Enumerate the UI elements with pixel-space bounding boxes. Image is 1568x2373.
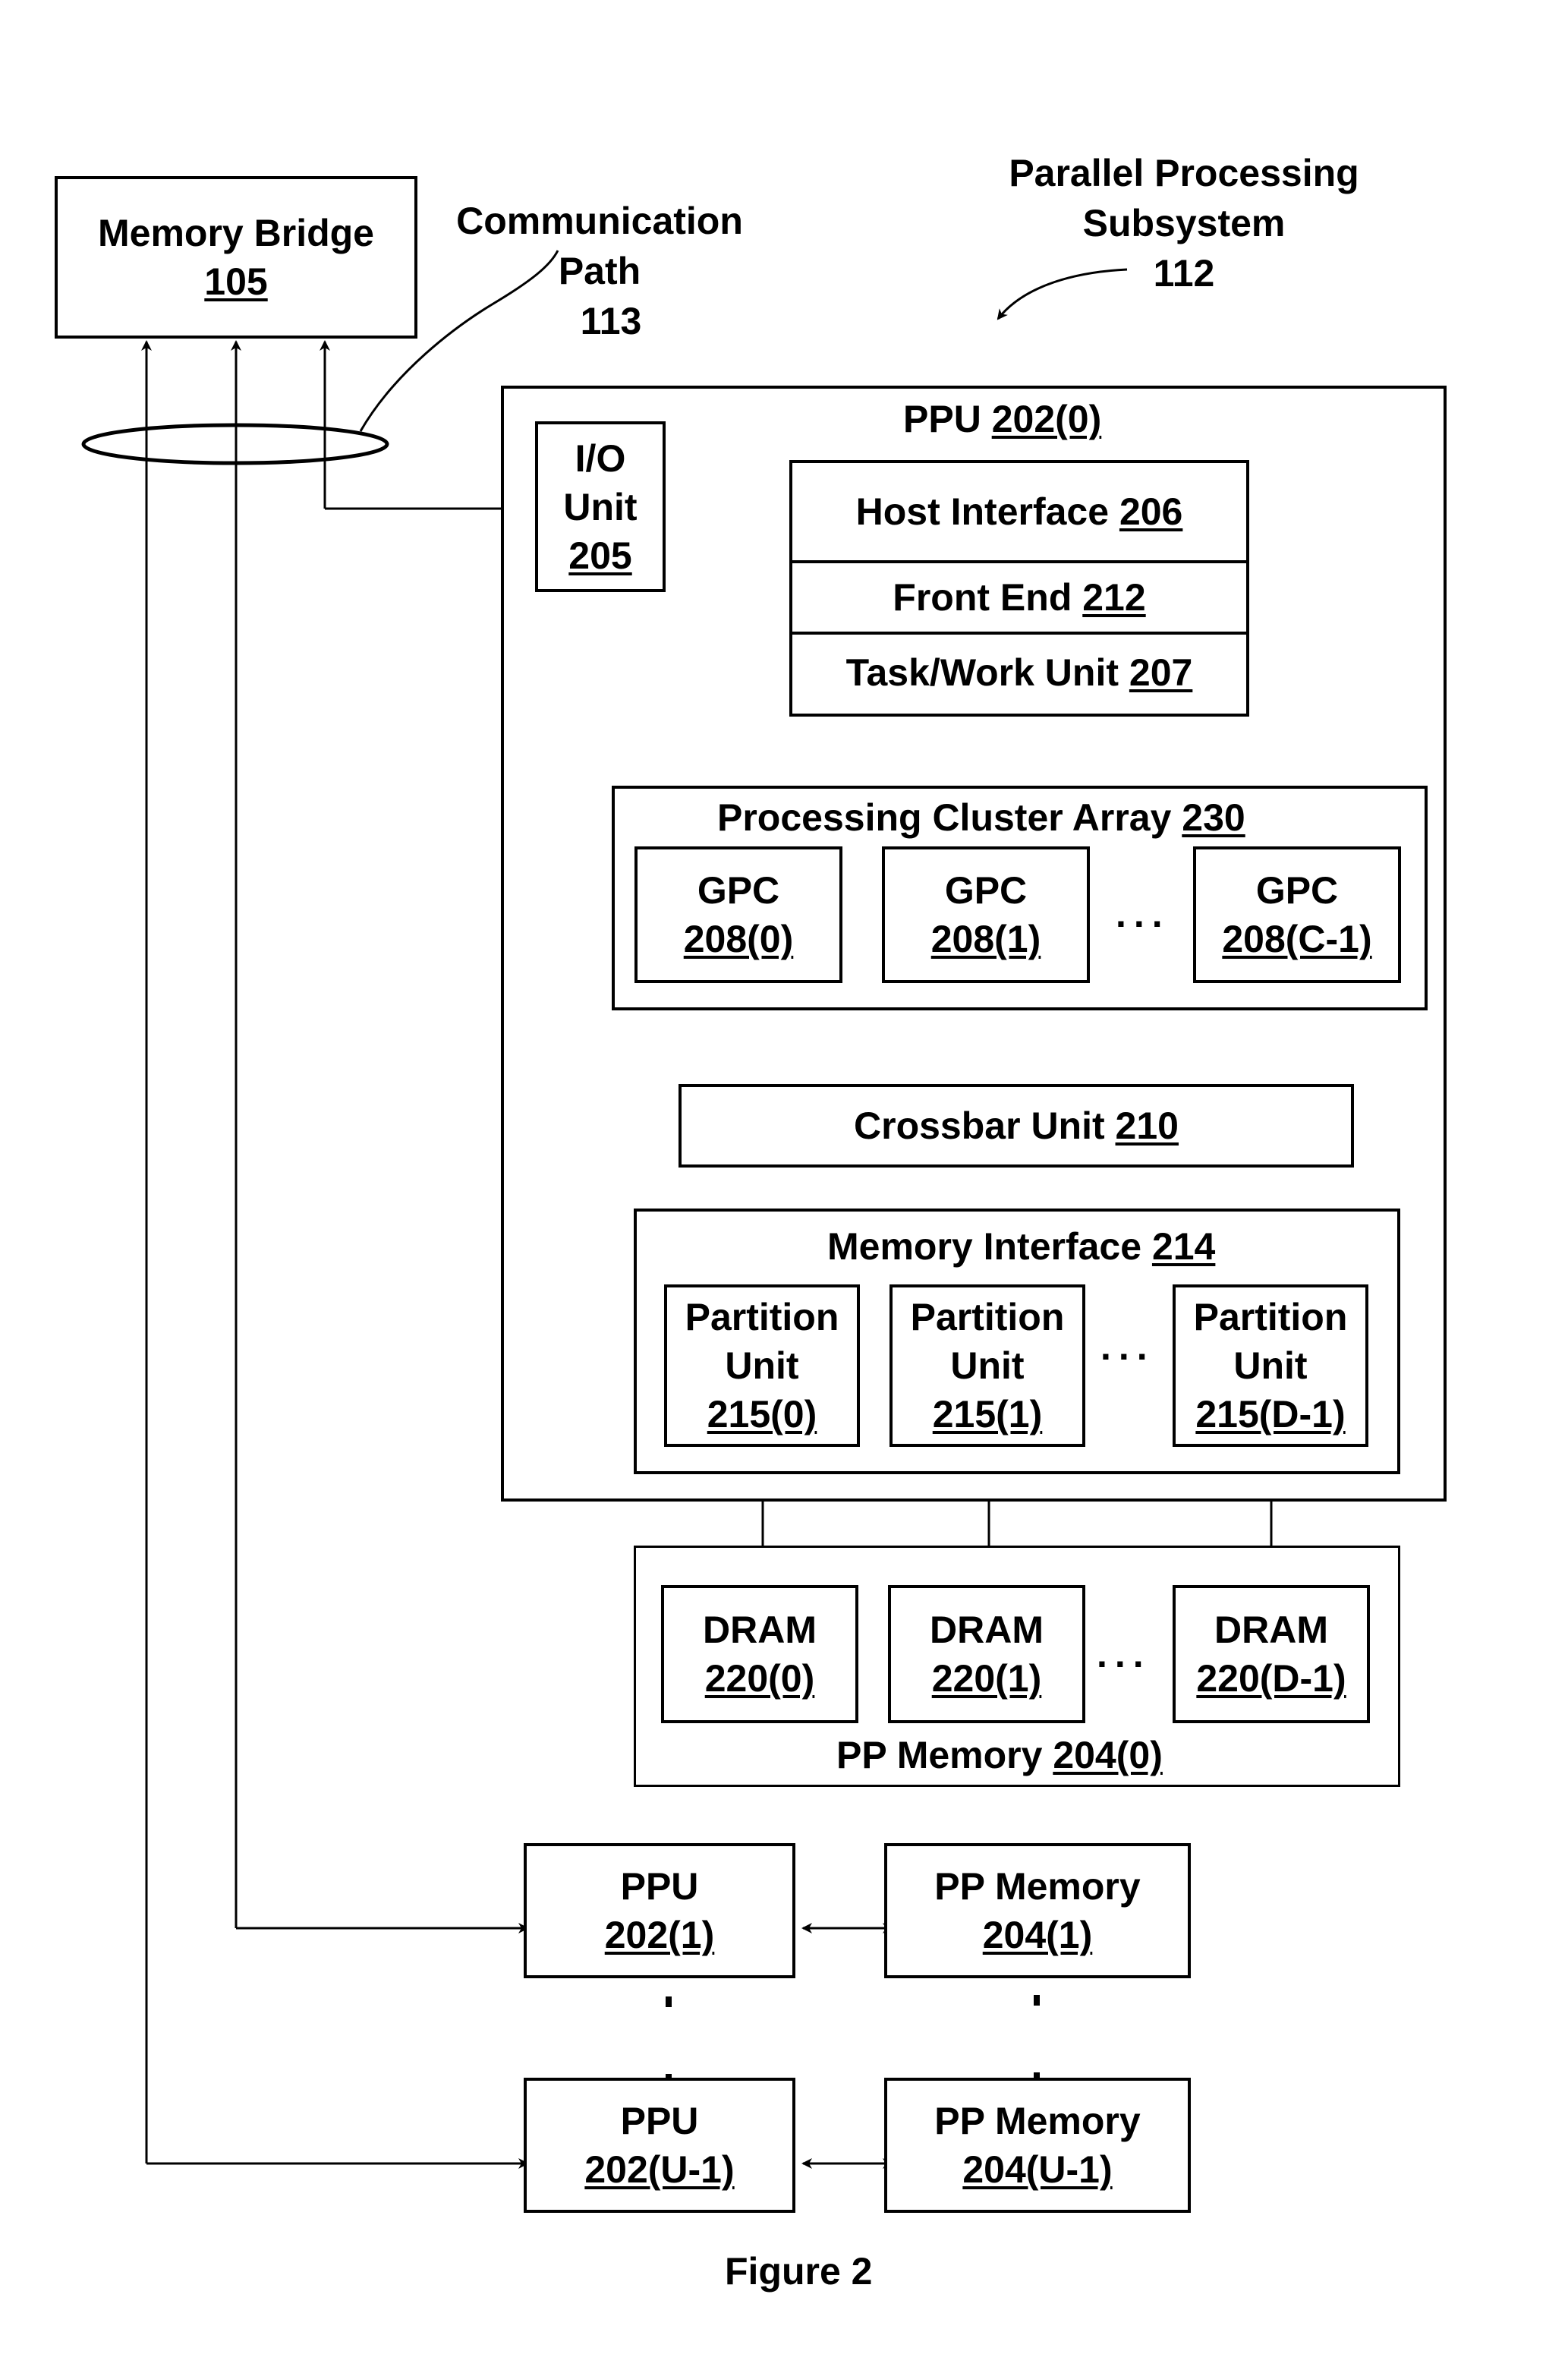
memory-bridge-box: Memory Bridge 105 (55, 176, 417, 339)
host-interface-ref: 206 (1119, 490, 1183, 533)
partition-ref: 215(1) (932, 1393, 1043, 1435)
gpc-ref: 208(1) (930, 918, 1041, 960)
gpc-label: GPC (944, 869, 1028, 912)
dram-box: DRAM 220(0) (661, 1585, 858, 1723)
partition-ref: 215(D-1) (1195, 1393, 1346, 1435)
partition-line1: Partition (910, 1296, 1065, 1338)
comm-path-label: Communication Path 113 (440, 196, 759, 346)
crossbar-label: Crossbar Unit (854, 1105, 1116, 1147)
partition-unit-box: Partition Unit 215(1) (889, 1284, 1085, 1447)
partition-ref: 215(0) (707, 1393, 817, 1435)
front-end-label: Front End (893, 576, 1083, 619)
dram-ref: 220(0) (704, 1657, 815, 1700)
pca-ref: 230 (1182, 796, 1245, 839)
pp-memory-0-ref: 204(0) (1053, 1734, 1163, 1776)
memory-bridge-ref: 105 (204, 260, 268, 303)
memory-bridge-label: Memory Bridge (98, 212, 374, 254)
ppu-ref: 202(1) (604, 1914, 715, 1956)
pca-title: Processing Cluster Array 230 (717, 793, 1245, 842)
pca-label: Processing Cluster Array (717, 796, 1182, 839)
gpc-label: GPC (697, 869, 780, 912)
pp-memory-label: PP Memory (934, 2100, 1141, 2142)
dram-box: DRAM 220(D-1) (1173, 1585, 1370, 1723)
ppu-label: PPU (620, 2100, 699, 2142)
front-end-ref: 212 (1082, 576, 1146, 619)
comm-path-ref: 113 (580, 300, 642, 342)
front-end-row: Front End 212 (792, 563, 1246, 635)
partition-line2: Unit (1233, 1344, 1308, 1387)
gpc-ref: 208(0) (683, 918, 794, 960)
subsystem-line1: Parallel Processing (1009, 152, 1359, 194)
pp-memory-0-label: PP Memory (836, 1734, 1053, 1776)
gpc-ref: 208(C-1) (1222, 918, 1372, 960)
gpc-ellipsis: ... (1116, 893, 1170, 935)
dram-ref: 220(1) (931, 1657, 1042, 1700)
comm-path-line2: Path (558, 250, 641, 292)
pp-memory-ref: 204(1) (982, 1914, 1093, 1956)
host-interface-label: Host Interface (855, 490, 1119, 533)
subsystem-label: Parallel Processing Subsystem 112 (979, 148, 1389, 298)
subsystem-line2: Subsystem (1082, 202, 1286, 244)
partition-unit-box: Partition Unit 215(0) (664, 1284, 860, 1447)
pp-memory-label: PP Memory (934, 1865, 1141, 1908)
ppu-0-title: PPU 202(0) (903, 395, 1101, 443)
io-unit-ref: 205 (568, 534, 632, 577)
pp-memory-ref: 204(U-1) (962, 2148, 1113, 2191)
partition-ellipsis: ... (1100, 1325, 1155, 1368)
partition-line1: Partition (1193, 1296, 1348, 1338)
gpc-box: GPC 208(C-1) (1193, 846, 1401, 983)
task-work-ref: 207 (1129, 651, 1193, 694)
dram-label: DRAM (930, 1609, 1044, 1651)
memory-interface-label: Memory Interface (827, 1225, 1152, 1268)
partition-line2: Unit (950, 1344, 1025, 1387)
crossbar-ref: 210 (1115, 1105, 1179, 1147)
task-work-label: Task/Work Unit (845, 651, 1129, 694)
memory-interface-ref: 214 (1151, 1225, 1216, 1268)
partition-line2: Unit (725, 1344, 799, 1387)
figure-caption: Figure 2 (725, 2250, 873, 2293)
ppu-box: PPU 202(1) (524, 1843, 795, 1978)
task-work-row: Task/Work Unit 207 (792, 635, 1246, 711)
partition-line1: Partition (685, 1296, 839, 1338)
pp-memory-0-title: PP Memory 204(0) (836, 1731, 1163, 1779)
pp-memory-box: PP Memory 204(1) (884, 1843, 1191, 1978)
memory-interface-title: Memory Interface 214 (827, 1222, 1215, 1271)
host-interface-row: Host Interface 206 (792, 463, 1246, 563)
comm-path-line1: Communication (456, 200, 743, 242)
host-stack-box: Host Interface 206 Front End 212 Task/Wo… (789, 460, 1249, 717)
partition-unit-box: Partition Unit 215(D-1) (1173, 1284, 1368, 1447)
io-unit-line2: Unit (563, 485, 638, 528)
io-unit-box: I/O Unit 205 (535, 421, 666, 592)
ppu-0-label: PPU (903, 398, 992, 440)
crossbar-box: Crossbar Unit 210 (679, 1084, 1354, 1168)
ppu-ref: 202(U-1) (584, 2148, 735, 2191)
ppu-label: PPU (620, 1865, 699, 1908)
gpc-box: GPC 208(0) (634, 846, 842, 983)
dram-label: DRAM (703, 1609, 817, 1651)
ppu-0-ref: 202(0) (991, 398, 1102, 440)
gpc-box: GPC 208(1) (882, 846, 1090, 983)
dram-label: DRAM (1214, 1609, 1328, 1651)
gpc-label: GPC (1255, 869, 1339, 912)
subsystem-ref: 112 (1153, 252, 1215, 295)
pp-memory-box: PP Memory 204(U-1) (884, 2078, 1191, 2213)
dram-ref: 220(D-1) (1196, 1657, 1346, 1700)
dram-ellipsis: ... (1097, 1633, 1151, 1675)
ppu-box: PPU 202(U-1) (524, 2078, 795, 2213)
io-unit-line1: I/O (575, 436, 626, 480)
dram-box: DRAM 220(1) (888, 1585, 1085, 1723)
